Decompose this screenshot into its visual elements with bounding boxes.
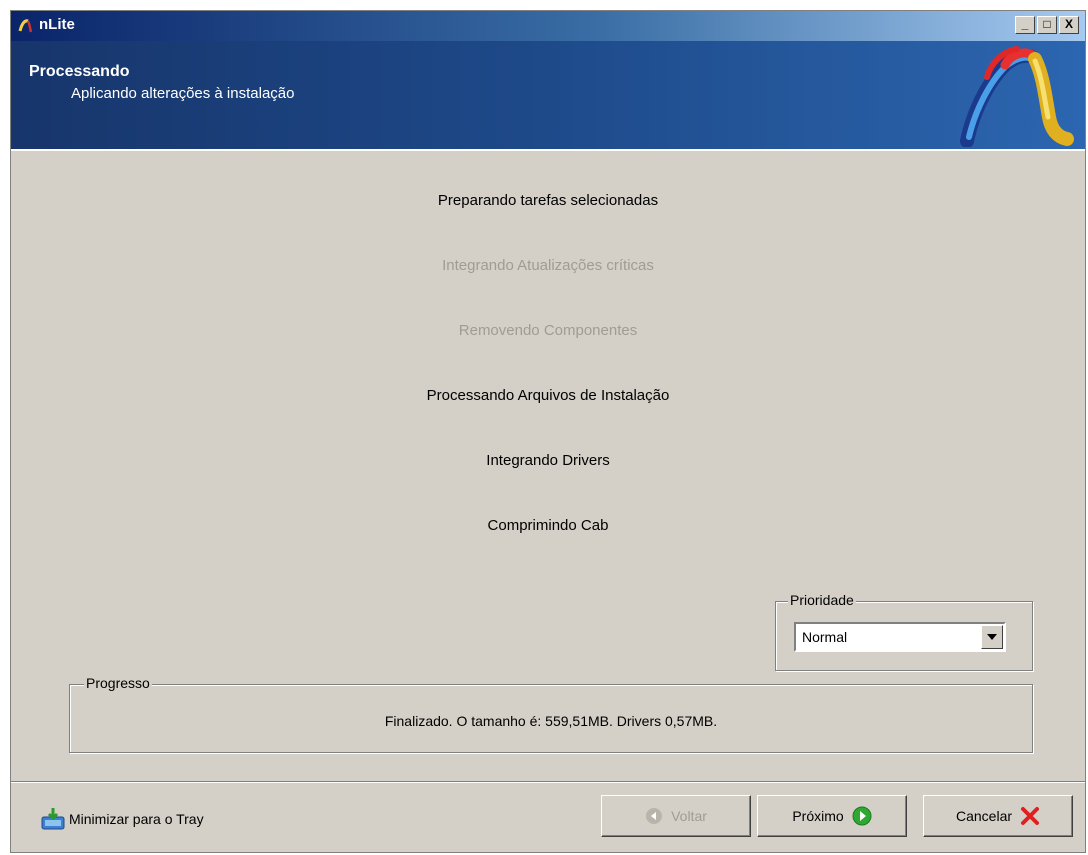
tray-icon [41, 808, 65, 830]
nlite-logo-icon [18, 19, 33, 33]
progress-label: Progresso [84, 675, 152, 691]
next-label: Próximo [792, 808, 844, 824]
header-divider [11, 149, 1085, 151]
priority-label: Prioridade [788, 592, 856, 608]
back-button[interactable]: Voltar [601, 795, 751, 837]
minimize-button[interactable]: _ [1015, 16, 1035, 34]
task-integrating-updates: Integrando Atualizações críticas [442, 257, 654, 274]
back-arrow-icon [646, 808, 663, 824]
header-banner: Processando Aplicando alterações à insta… [11, 41, 1085, 149]
progress-group: Progresso Finalizado. O tamanho é: 559,5… [69, 675, 1033, 753]
page-title: Processando [29, 63, 130, 80]
tray-label: Minimizar para o Tray [69, 811, 204, 827]
cancel-label: Cancelar [955, 808, 1013, 824]
priority-select[interactable]: Normal [794, 622, 1006, 652]
priority-group: Prioridade Normal [775, 592, 1033, 671]
nlite-logo-icon [960, 46, 1074, 147]
title-bar[interactable]: nLite _ □ X [11, 11, 1085, 41]
dropdown-arrow-icon[interactable] [981, 625, 1003, 649]
cancel-button[interactable]: Cancelar [923, 795, 1073, 837]
task-processing-files: Processando Arquivos de Instalação [426, 387, 670, 404]
task-integrating-drivers: Integrando Drivers [486, 452, 610, 469]
progress-status: Finalizado. O tamanho é: 559,51MB. Drive… [384, 713, 718, 729]
next-arrow-icon [852, 806, 872, 826]
priority-value: Normal [802, 629, 848, 645]
footer-divider-highlight [11, 782, 1085, 783]
page-subtitle: Aplicando alterações à instalação [71, 85, 295, 102]
minimize-to-tray-button[interactable]: Minimizar para o Tray [41, 808, 204, 830]
next-button[interactable]: Próximo [757, 795, 907, 837]
close-button[interactable]: X [1059, 16, 1079, 34]
task-preparing: Preparando tarefas selecionadas [437, 192, 659, 209]
nlite-window: nLite _ □ X Processando Aplicando altera… [10, 10, 1086, 853]
window-title: nLite [39, 16, 75, 33]
window-controls: _ □ X [1015, 16, 1079, 34]
red-x-icon [1021, 807, 1040, 825]
task-removing-components: Removendo Componentes [458, 322, 638, 339]
back-label: Voltar [671, 808, 707, 824]
task-compressing-cab: Comprimindo Cab [487, 517, 609, 534]
maximize-button[interactable]: □ [1037, 16, 1057, 34]
